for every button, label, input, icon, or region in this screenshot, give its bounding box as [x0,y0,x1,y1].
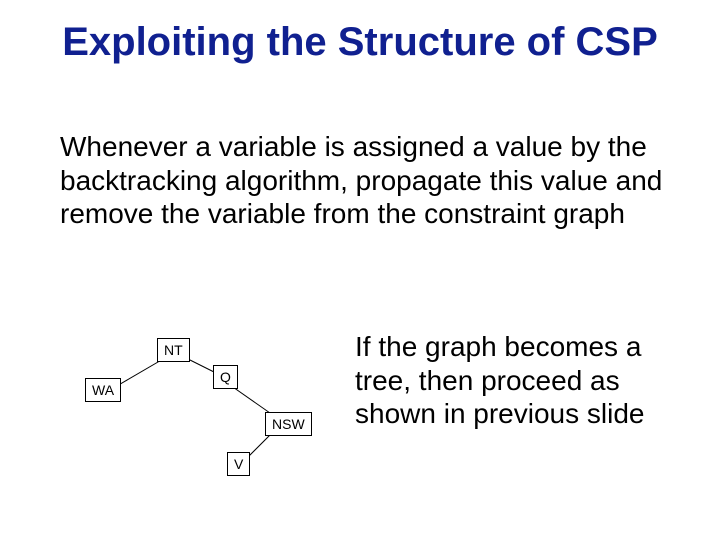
graph-node-v: V [227,452,250,476]
graph-node-nsw: NSW [265,412,312,436]
side-paragraph: If the graph becomes a tree, then procee… [355,330,680,431]
slide-title: Exploiting the Structure of CSP [0,20,720,65]
slide: Exploiting the Structure of CSP Whenever… [0,0,720,540]
graph-node-nt: NT [157,338,190,362]
graph-node-wa: WA [85,378,121,402]
constraint-graph: NT WA Q NSW V [75,330,345,500]
graph-node-q: Q [213,365,238,389]
body-paragraph: Whenever a variable is assigned a value … [60,130,690,231]
